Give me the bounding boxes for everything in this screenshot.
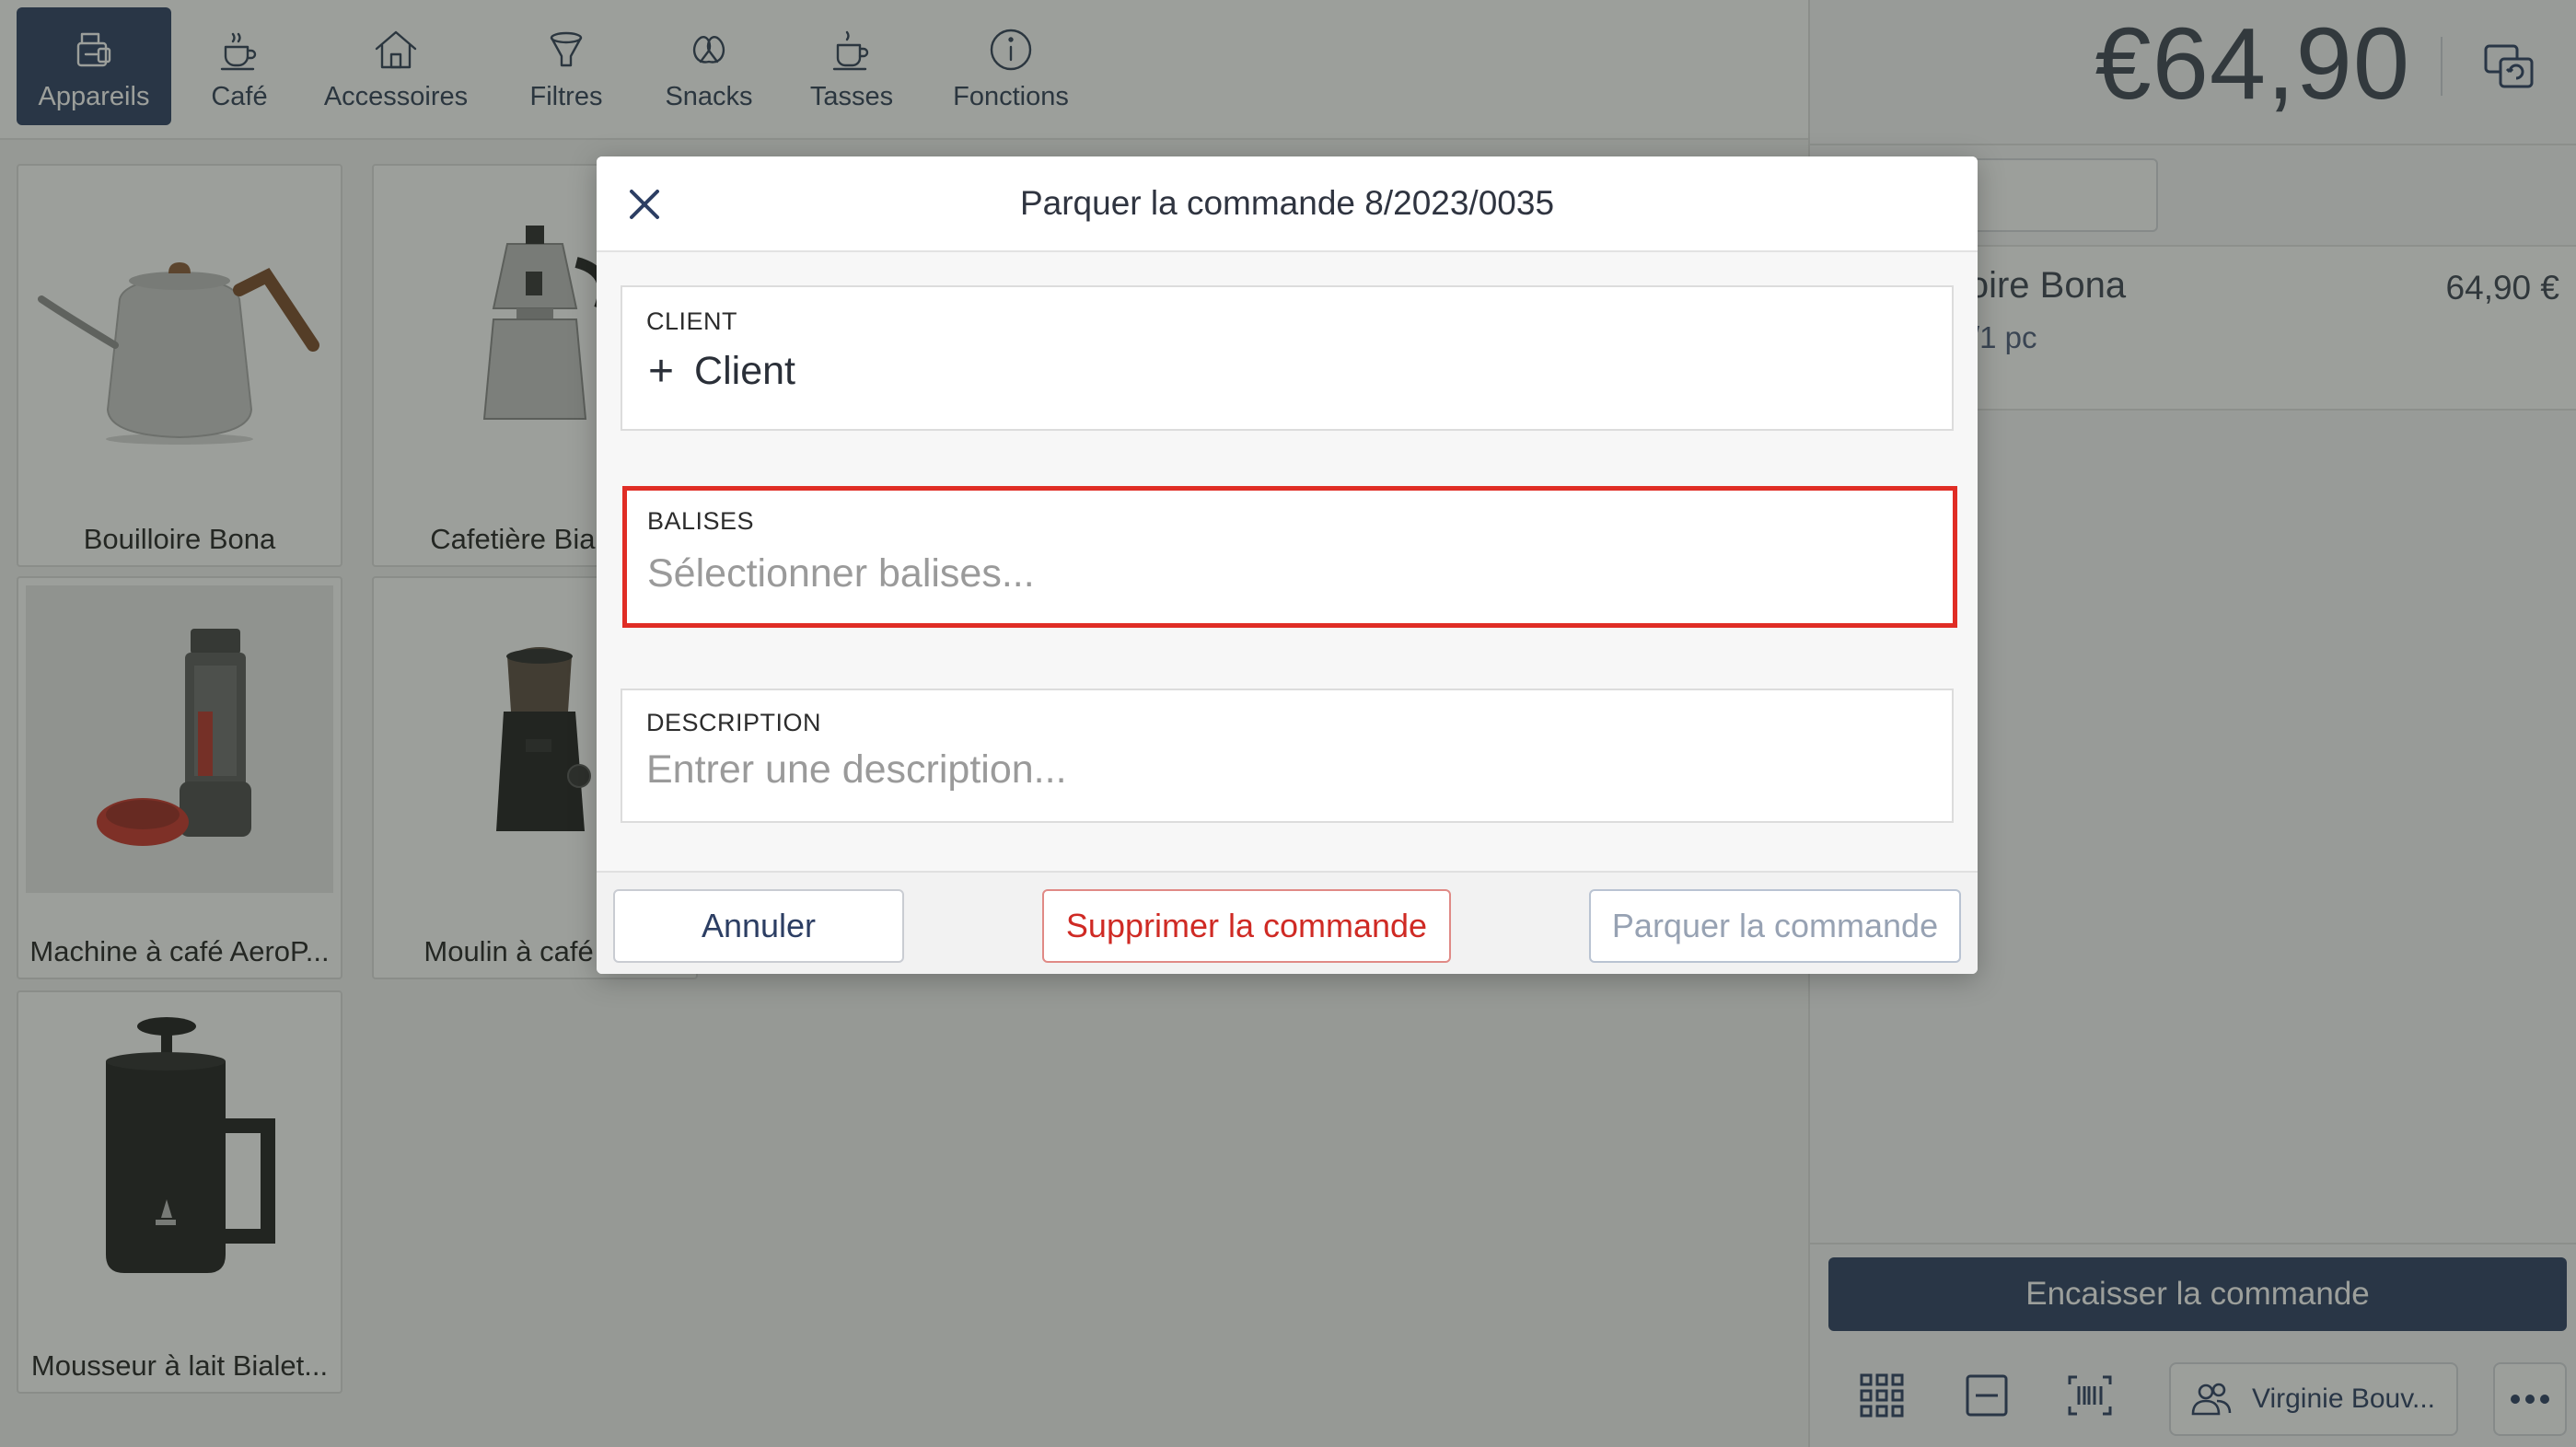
description-field[interactable]: DESCRIPTION Entrer une description...: [621, 689, 1954, 823]
client-field[interactable]: CLIENT + Client: [621, 285, 1954, 431]
dialog-footer: Annuler Supprimer la commande Parquer la…: [597, 871, 1978, 974]
park-order-button[interactable]: Parquer la commande: [1589, 889, 1961, 963]
add-client-label: Client: [694, 349, 795, 393]
client-field-label: CLIENT: [646, 307, 738, 335]
tags-select-placeholder[interactable]: Sélectionner balises...: [647, 551, 1035, 596]
delete-order-button[interactable]: Supprimer la commande: [1042, 889, 1451, 963]
description-input[interactable]: Entrer une description...: [646, 747, 1067, 793]
plus-icon: +: [648, 347, 675, 396]
tags-field[interactable]: BALISES Sélectionner balises...: [622, 486, 1957, 628]
tags-field-label: BALISES: [647, 507, 755, 535]
cancel-button[interactable]: Annuler: [613, 889, 904, 963]
description-field-label: DESCRIPTION: [646, 709, 822, 736]
dialog-title: Parquer la commande 8/2023/0035: [1019, 184, 1555, 222]
park-order-dialog: Parquer la commande 8/2023/0035 CLIENT +…: [597, 156, 1978, 974]
dialog-header: Parquer la commande 8/2023/0035: [597, 156, 1978, 252]
add-client-button[interactable]: + Client: [648, 346, 795, 397]
